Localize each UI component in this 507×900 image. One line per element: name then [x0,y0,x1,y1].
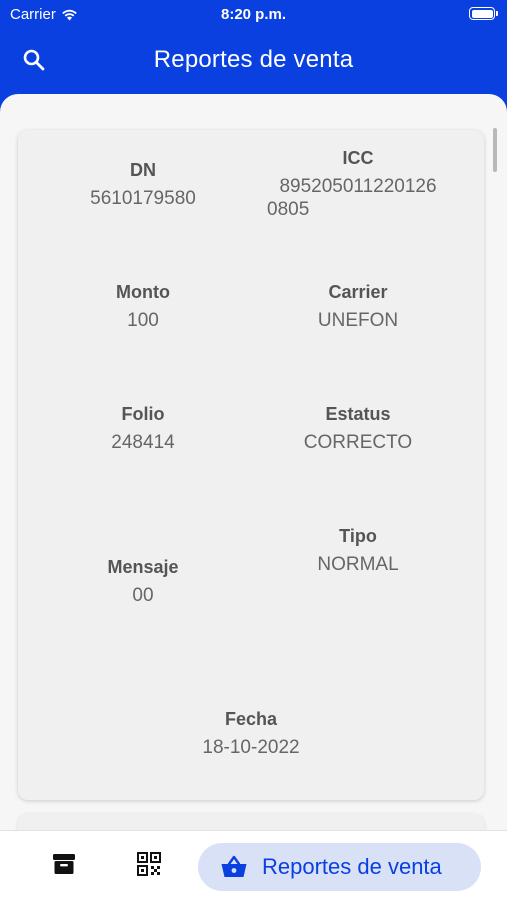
field-dn: DN 5610179580 [53,160,233,210]
shopping-basket-icon [221,855,247,877]
qr-code-icon [137,852,161,876]
report-list[interactable]: DN 5610179580 ICC 895205011220126 0805 M… [0,94,507,830]
field-fecha: Fecha 18-10-2022 [161,709,341,759]
field-value: UNEFON [317,310,399,331]
field-value: 00 [132,585,154,606]
report-card[interactable] [18,814,484,830]
field-label: Fecha [224,709,278,729]
field-value: NORMAL [317,554,399,575]
field-label: Monto [116,282,170,302]
field-mensaje: Mensaje 00 [53,557,233,607]
field-tipo: Tipo NORMAL [268,526,448,576]
field-value: 895205011220126 [279,176,437,197]
field-monto: Monto 100 [53,282,233,332]
nav-item-archive[interactable] [49,849,79,879]
field-value: CORRECTO [303,432,413,453]
nav-item-reportes[interactable]: Reportes de venta [198,843,481,891]
field-value: 100 [127,310,159,331]
field-carrier: Carrier UNEFON [268,282,448,332]
field-value: 5610179580 [90,188,196,209]
status-bar: Carrier 8:20 p.m. [0,0,507,28]
archive-box-icon [53,854,75,874]
field-label: DN [130,160,156,180]
field-folio: Folio 248414 [53,404,233,454]
scrollbar[interactable] [493,128,497,172]
field-value: 18-10-2022 [202,737,300,758]
nav-item-qr[interactable] [134,849,164,879]
field-estatus: Estatus CORRECTO [268,404,448,454]
nav-item-label: Reportes de venta [262,854,442,879]
field-label: Folio [121,404,165,424]
field-value-continued: 0805 [267,199,310,220]
field-label: Estatus [325,404,391,424]
app-bar: Reportes de venta [0,28,507,92]
field-value: 248414 [111,432,175,453]
report-card[interactable]: DN 5610179580 ICC 895205011220126 0805 M… [18,130,484,800]
field-label: Tipo [339,526,377,546]
bottom-nav: Reportes de venta [0,830,507,900]
field-label: Carrier [328,282,388,302]
status-time: 8:20 p.m. [220,6,287,23]
field-label: ICC [342,148,374,168]
page-title: Reportes de venta [153,46,354,73]
field-icc: ICC 895205011220126 0805 [263,148,453,221]
battery-icon [469,7,498,20]
field-label: Mensaje [107,557,179,577]
